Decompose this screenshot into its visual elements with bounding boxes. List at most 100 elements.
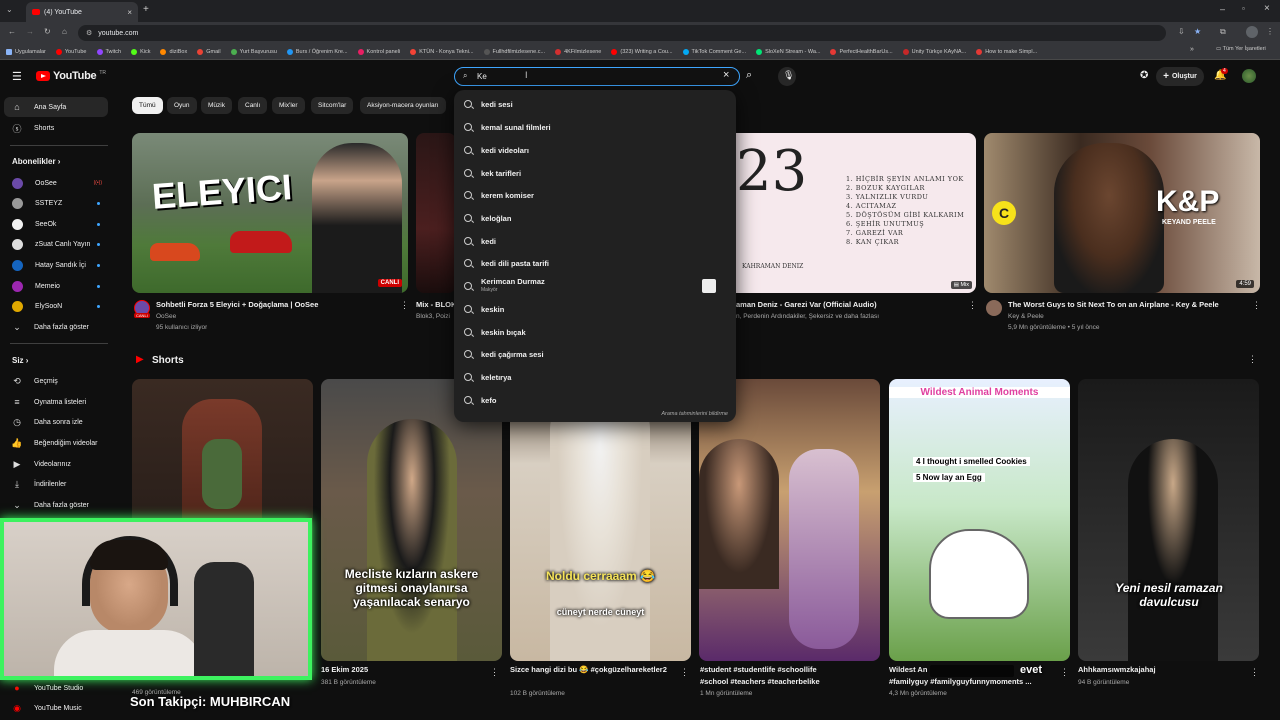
short-thumbnail[interactable]: Yeni nesil ramazan davulcusu [1078, 379, 1259, 661]
sidebar-item-shorts[interactable]: ⓢ Shorts [0, 118, 110, 138]
voice-search-button[interactable]: 🎙 [778, 67, 796, 86]
tab-list-icon[interactable]: ⌄ [6, 5, 13, 14]
suggestion-item[interactable]: kek tarifleri [464, 162, 726, 184]
sidebar-sub-item[interactable]: SSTEYZ [0, 193, 110, 213]
more-options-icon[interactable]: ⋮ [1252, 300, 1261, 311]
sidebar-item-downloads[interactable]: ⤓ İndirilenler [0, 474, 110, 494]
chip-action-adventure[interactable]: Aksiyon-macera oyunları [360, 97, 446, 114]
suggestion-item[interactable]: keskin [464, 298, 726, 320]
suggestion-item[interactable]: kedi dili pasta tarifi [464, 252, 726, 274]
video-title[interactable]: Sohbetli Forza 5 Eleyici + Doğaçlama | O… [156, 300, 396, 309]
video-thumbnail[interactable]: ELEYICI CANLI [132, 133, 408, 293]
bookmark-item[interactable]: TikTok Comment Ge... [682, 48, 746, 55]
suggestion-item[interactable]: kemal sunal filmleri [464, 116, 726, 138]
bookmark-item[interactable]: Unity Türkçe KAyNA... [902, 48, 966, 55]
search-input[interactable]: ⌕ Ke I × [454, 67, 740, 86]
suggestion-item[interactable]: keskin bıçak [464, 321, 726, 343]
report-predictions-link[interactable]: Arama tahminlerini bildirme [661, 411, 728, 417]
avatar[interactable] [1242, 69, 1256, 83]
sidebar-show-more[interactable]: ⌄ Daha fazla göster [0, 495, 110, 515]
browser-tab[interactable]: (4) YouTube × [26, 2, 138, 22]
sidebar-sub-item[interactable]: OoSee ((•)) [0, 173, 110, 193]
more-options-icon[interactable]: ⋮ [680, 667, 689, 678]
short-title[interactable]: Ahhkamsıwmzkajahaj [1078, 665, 1248, 674]
bookmark-item[interactable]: PerfectHealthBarUs... [830, 48, 893, 55]
create-button[interactable]: + Oluştur [1156, 67, 1204, 86]
site-info-icon[interactable]: ⚙ [86, 29, 92, 37]
short-thumbnail[interactable]: Wildest Animal Moments 4 I thought i sme… [889, 379, 1070, 661]
home-icon[interactable]: ⌂ [62, 27, 67, 36]
subscriptions-title[interactable]: Abonelikler › [12, 157, 60, 166]
sidebar-item-music[interactable]: ◉ YouTube Music [0, 698, 110, 718]
profile-icon[interactable] [1246, 26, 1258, 38]
new-tab-icon[interactable]: + [143, 4, 149, 15]
extensions-icon[interactable]: ⧉ [1220, 27, 1226, 37]
chip-all[interactable]: Tümü [132, 97, 163, 114]
more-options-icon[interactable]: ⋮ [1250, 667, 1259, 678]
video-thumbnail[interactable] [416, 133, 456, 293]
suggestion-item[interactable]: keloğlan [464, 207, 726, 229]
youtube-logo[interactable]: YouTube TR [36, 70, 106, 82]
chip-games[interactable]: Oyun [167, 97, 197, 114]
bookmark-star-icon[interactable]: ★ [1194, 27, 1201, 36]
clear-search-icon[interactable]: × [723, 69, 729, 81]
bookmark-item[interactable]: diziBox [160, 48, 187, 55]
sidebar-sub-item[interactable]: SeeOk [0, 214, 110, 234]
bookmark-item[interactable]: SloXeN Stream - Wa... [756, 48, 820, 55]
short-title[interactable]: #student #studentlife #schoollife [700, 665, 876, 674]
bookmark-item[interactable]: Kontrol paneli [357, 48, 400, 55]
bookmark-apps[interactable]: Uygulamalar [6, 48, 46, 55]
sidebar-item-home[interactable]: ⌂ Ana Sayfa [4, 97, 108, 117]
suggestion-item[interactable]: kefo [464, 389, 726, 411]
back-icon[interactable]: ← [8, 27, 16, 36]
sidebar-show-more[interactable]: ⌄ Daha fazla göster [0, 317, 110, 337]
more-options-icon[interactable]: ⋮ [968, 300, 977, 311]
minimize-icon[interactable]: – [1220, 4, 1225, 14]
chip-mixes[interactable]: Mix'ler [272, 97, 305, 114]
short-title[interactable]: 16 Ekim 2025 [321, 665, 486, 674]
cast-icon[interactable]: ✪ [1140, 70, 1148, 81]
sidebar-item-liked[interactable]: 👍 Beğendiğim videolar [0, 433, 110, 453]
bookmark-item[interactable]: (323) Writing a Cou... [611, 48, 673, 55]
video-thumbnail[interactable]: 23 1. HİÇBİR ŞEYİN ANLAMI YOK 2. BOZUK K… [736, 133, 976, 293]
video-title[interactable]: Mix - BLOK [416, 300, 454, 309]
chip-sitcoms[interactable]: Sitcom'lar [311, 97, 354, 114]
bookmark-item[interactable]: Twitch [96, 48, 121, 55]
short-title[interactable]: Sizce hangi dizi bu 😂 #çokgüzelhareketle… [510, 665, 680, 674]
bookmark-item[interactable]: How to make Simpl... [976, 48, 1037, 55]
sidebar-sub-item[interactable]: Memeio [0, 276, 110, 296]
bookmark-item[interactable]: YouTube [55, 48, 87, 55]
more-options-icon[interactable]: ⋮ [1248, 354, 1257, 365]
hamburger-menu-icon[interactable]: ☰ [12, 70, 22, 83]
address-bar[interactable]: ⚙ youtube.com [78, 25, 1166, 41]
install-icon[interactable]: ⇩ [1178, 27, 1185, 36]
video-channel[interactable]: Key & Peele [1008, 313, 1044, 320]
video-title[interactable]: aman Deniz - Garezi Var (Official Audio) [736, 300, 962, 309]
bookmark-item[interactable]: Yurt Başvurusu [230, 48, 277, 55]
video-channel[interactable]: OoSee [156, 313, 176, 320]
sidebar-sub-item[interactable]: zSuat Canlı Yayın [0, 234, 110, 254]
bookmark-item[interactable]: Burs / Öğrenim Kre... [286, 48, 348, 55]
suggestion-item-channel[interactable]: Kerimcan Durmaz Makyör [464, 275, 726, 297]
suggestion-item[interactable]: keletırya [464, 366, 726, 388]
chip-music[interactable]: Müzik [201, 97, 232, 114]
video-thumbnail[interactable]: C K&P KEYAND PEELE 4:59 [984, 133, 1260, 293]
sidebar-item-playlists[interactable]: ≡ Oynatma listeleri [0, 392, 110, 412]
video-title[interactable]: The Worst Guys to Sit Next To on an Airp… [1008, 300, 1248, 309]
reload-icon[interactable]: ↻ [44, 27, 51, 36]
bookmark-item[interactable]: 4KFilmizlesene [555, 48, 601, 55]
channel-avatar[interactable] [986, 300, 1002, 316]
forward-icon[interactable]: → [26, 27, 34, 36]
sidebar-item-your-videos[interactable]: ▶ Videolarınız [0, 454, 110, 474]
search-button[interactable]: ⌕ [740, 67, 766, 86]
you-section-title[interactable]: Siz › [12, 356, 28, 365]
sidebar-sub-item[interactable]: Hatay Sandık İçi [0, 255, 110, 275]
more-options-icon[interactable]: ⋮ [1060, 667, 1069, 678]
suggestion-item[interactable]: kedi videoları [464, 139, 726, 161]
bookmark-item[interactable]: Gmail [197, 48, 221, 55]
suggestion-item[interactable]: kedi [464, 230, 726, 252]
chip-live[interactable]: Canlı [238, 97, 268, 114]
sidebar-item-history[interactable]: ⟲ Geçmiş [0, 371, 110, 391]
close-window-icon[interactable]: × [1264, 3, 1270, 14]
bookmark-item[interactable]: KTÜN - Konya Tekni... [410, 48, 474, 55]
